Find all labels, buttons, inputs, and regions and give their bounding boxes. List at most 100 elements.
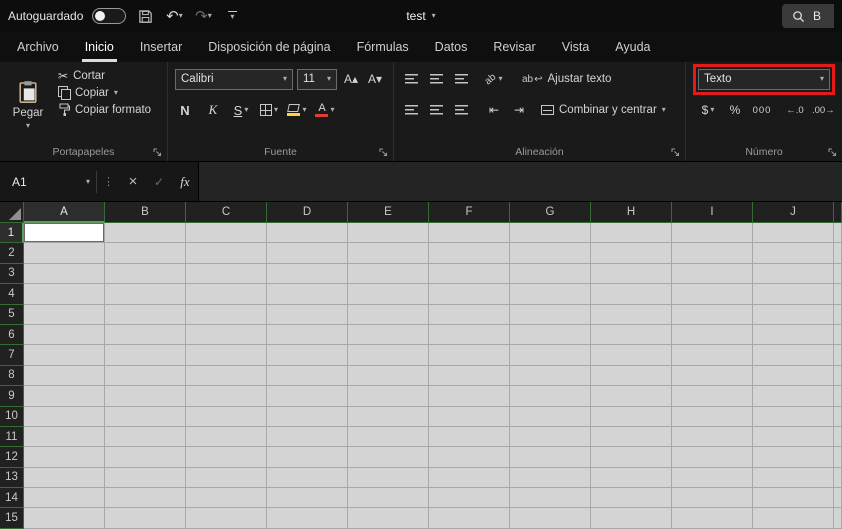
align-bottom-button[interactable] bbox=[451, 68, 471, 90]
font-name-combobox[interactable]: Calibri ▾ bbox=[175, 68, 293, 90]
column-header-e[interactable]: E bbox=[348, 202, 429, 223]
cell-h7[interactable] bbox=[591, 345, 672, 366]
orientation-button[interactable]: ab ▾ bbox=[483, 68, 504, 90]
cell-h6[interactable] bbox=[591, 324, 672, 346]
column-header-c[interactable]: C bbox=[186, 202, 267, 223]
cell-f15[interactable] bbox=[429, 508, 510, 529]
cell-j14[interactable] bbox=[753, 488, 834, 509]
cell-g3[interactable] bbox=[510, 263, 591, 285]
cell-i1[interactable] bbox=[672, 223, 753, 244]
row-header-5[interactable]: 5 bbox=[0, 304, 24, 325]
cell-c5[interactable] bbox=[186, 304, 267, 325]
align-middle-button[interactable] bbox=[426, 68, 446, 90]
cell-b11[interactable] bbox=[105, 426, 186, 448]
cell-i2[interactable] bbox=[672, 243, 753, 264]
customize-quick-access-button[interactable]: ▾ bbox=[222, 4, 242, 28]
cell-f12[interactable] bbox=[429, 447, 510, 468]
cell-c10[interactable] bbox=[186, 406, 267, 427]
cell-f6[interactable] bbox=[429, 324, 510, 346]
cell-g2[interactable] bbox=[510, 243, 591, 264]
cell-i8[interactable] bbox=[672, 365, 753, 387]
percent-style-button[interactable]: % bbox=[725, 99, 745, 121]
cell-c15[interactable] bbox=[186, 508, 267, 529]
number-dialog-launcher[interactable] bbox=[826, 146, 838, 158]
cell-e4[interactable] bbox=[348, 284, 429, 305]
cell-e13[interactable] bbox=[348, 467, 429, 489]
cell-c7[interactable] bbox=[186, 345, 267, 366]
row-header-15[interactable]: 15 bbox=[0, 508, 24, 529]
cell-j13[interactable] bbox=[753, 467, 834, 489]
cell-j12[interactable] bbox=[753, 447, 834, 468]
cell-j5[interactable] bbox=[753, 304, 834, 325]
cell-c8[interactable] bbox=[186, 365, 267, 387]
tab-insertar[interactable]: Insertar bbox=[127, 32, 195, 62]
decrease-font-size-button[interactable]: A▾ bbox=[365, 68, 385, 90]
undo-button[interactable]: ↶ ▾ bbox=[164, 4, 184, 28]
cell-d14[interactable] bbox=[267, 488, 348, 509]
font-dialog-launcher[interactable] bbox=[377, 146, 389, 158]
row-header-10[interactable]: 10 bbox=[0, 406, 24, 427]
cell-a7[interactable] bbox=[24, 345, 105, 366]
cell-d12[interactable] bbox=[267, 447, 348, 468]
cell-g4[interactable] bbox=[510, 284, 591, 305]
cell-h9[interactable] bbox=[591, 386, 672, 407]
cell-b14[interactable] bbox=[105, 488, 186, 509]
cell-f7[interactable] bbox=[429, 345, 510, 366]
cell-d9[interactable] bbox=[267, 386, 348, 407]
cell-c13[interactable] bbox=[186, 467, 267, 489]
cell-e11[interactable] bbox=[348, 426, 429, 448]
insert-function-button[interactable]: fx bbox=[172, 162, 198, 201]
cell-b2[interactable] bbox=[105, 243, 186, 264]
save-button[interactable] bbox=[135, 4, 155, 28]
cell-j1[interactable] bbox=[753, 223, 834, 244]
row-header-6[interactable]: 6 bbox=[0, 324, 24, 346]
cell-b1[interactable] bbox=[105, 223, 186, 244]
cell-j11[interactable] bbox=[753, 426, 834, 448]
tab-disposici-n-de-p-gina[interactable]: Disposición de página bbox=[195, 32, 343, 62]
cell-i6[interactable] bbox=[672, 324, 753, 346]
increase-indent-button[interactable]: ⇥ bbox=[509, 99, 529, 121]
cell-d1[interactable] bbox=[267, 223, 348, 244]
copy-button[interactable]: Copiar ▾ bbox=[55, 85, 154, 100]
formula-input[interactable] bbox=[198, 162, 842, 201]
tab-inicio[interactable]: Inicio bbox=[72, 32, 127, 62]
underline-button[interactable]: S ▾ bbox=[231, 99, 251, 121]
row-header-8[interactable]: 8 bbox=[0, 365, 24, 387]
select-all-corner[interactable] bbox=[0, 202, 24, 223]
cell-f2[interactable] bbox=[429, 243, 510, 264]
cell-d15[interactable] bbox=[267, 508, 348, 529]
cell-h10[interactable] bbox=[591, 406, 672, 427]
cell-d2[interactable] bbox=[267, 243, 348, 264]
cell-f4[interactable] bbox=[429, 284, 510, 305]
cell-h5[interactable] bbox=[591, 304, 672, 325]
cell-i3[interactable] bbox=[672, 263, 753, 285]
cell-d13[interactable] bbox=[267, 467, 348, 489]
cell-e6[interactable] bbox=[348, 324, 429, 346]
cell-g14[interactable] bbox=[510, 488, 591, 509]
cell-a1[interactable] bbox=[24, 223, 105, 244]
cell-e9[interactable] bbox=[348, 386, 429, 407]
cell-i15[interactable] bbox=[672, 508, 753, 529]
cell-d5[interactable] bbox=[267, 304, 348, 325]
cell-f5[interactable] bbox=[429, 304, 510, 325]
column-header-d[interactable]: D bbox=[267, 202, 348, 223]
cell-d6[interactable] bbox=[267, 324, 348, 346]
row-header-3[interactable]: 3 bbox=[0, 263, 24, 285]
cell-j4[interactable] bbox=[753, 284, 834, 305]
enter-entry-button[interactable]: ✓ bbox=[146, 162, 172, 201]
row-header-12[interactable]: 12 bbox=[0, 447, 24, 468]
row-header-9[interactable]: 9 bbox=[0, 386, 24, 407]
row-header-2[interactable]: 2 bbox=[0, 243, 24, 264]
alignment-dialog-launcher[interactable] bbox=[669, 146, 681, 158]
cell-j3[interactable] bbox=[753, 263, 834, 285]
cell-e7[interactable] bbox=[348, 345, 429, 366]
cell-h15[interactable] bbox=[591, 508, 672, 529]
paste-button[interactable]: Pegar ▾ bbox=[7, 67, 49, 141]
align-right-button[interactable] bbox=[451, 99, 471, 121]
cell-c9[interactable] bbox=[186, 386, 267, 407]
column-header-a[interactable]: A bbox=[24, 202, 105, 223]
cell-d4[interactable] bbox=[267, 284, 348, 305]
comma-style-button[interactable]: 000 bbox=[752, 99, 772, 121]
row-header-14[interactable]: 14 bbox=[0, 488, 24, 509]
cell-h3[interactable] bbox=[591, 263, 672, 285]
